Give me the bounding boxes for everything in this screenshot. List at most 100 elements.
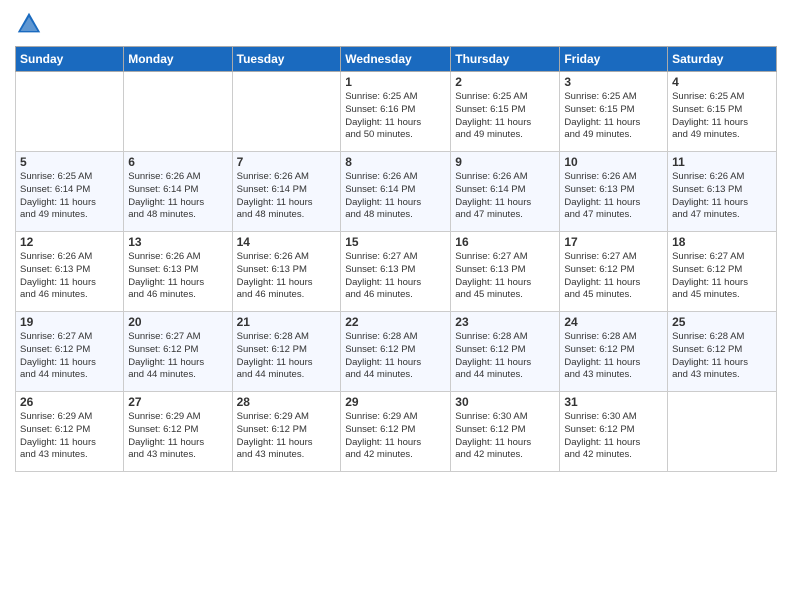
day-number: 28 [237,395,337,409]
day-number: 14 [237,235,337,249]
calendar-cell: 19 Sunrise: 6:27 AM Sunset: 6:12 PM Dayli… [16,312,124,392]
calendar-cell: 9 Sunrise: 6:26 AM Sunset: 6:14 PM Daylig… [451,152,560,232]
weekday-header-sunday: Sunday [16,47,124,72]
day-info: Sunrise: 6:29 AM Sunset: 6:12 PM Dayligh… [20,411,119,462]
day-number: 31 [564,395,663,409]
day-number: 4 [672,75,772,89]
day-info: Sunrise: 6:25 AM Sunset: 6:15 PM Dayligh… [564,91,663,142]
day-info: Sunrise: 6:27 AM Sunset: 6:12 PM Dayligh… [20,331,119,382]
page: SundayMondayTuesdayWednesdayThursdayFrid… [0,0,792,612]
day-info: Sunrise: 6:25 AM Sunset: 6:14 PM Dayligh… [20,171,119,222]
calendar-cell: 3 Sunrise: 6:25 AM Sunset: 6:15 PM Daylig… [560,72,668,152]
week-row-1: 1Sunrise: 6:25 AM Sunset: 6:16 PM Daylig… [16,72,777,152]
calendar-cell: 25 Sunrise: 6:28 AM Sunset: 6:12 PM Dayli… [668,312,777,392]
header [15,10,777,38]
calendar-cell: 4Sunrise: 6:25 AM Sunset: 6:15 PM Daylig… [668,72,777,152]
calendar-cell: 31 Sunrise: 6:30 AM Sunset: 6:12 PM Dayli… [560,392,668,472]
day-number: 9 [455,155,555,169]
calendar-cell: 27 Sunrise: 6:29 AM Sunset: 6:12 PM Dayli… [124,392,232,472]
day-info: Sunrise: 6:26 AM Sunset: 6:13 PM Dayligh… [128,251,227,302]
day-number: 24 [564,315,663,329]
weekday-header-monday: Monday [124,47,232,72]
day-info: Sunrise: 6:25 AM Sunset: 6:15 PM Dayligh… [455,91,555,142]
day-info: Sunrise: 6:27 AM Sunset: 6:13 PM Dayligh… [455,251,555,302]
weekday-header-wednesday: Wednesday [341,47,451,72]
calendar-cell: 10Sunrise: 6:26 AM Sunset: 6:13 PM Dayli… [560,152,668,232]
day-number: 29 [345,395,446,409]
day-number: 5 [20,155,119,169]
day-info: Sunrise: 6:29 AM Sunset: 6:12 PM Dayligh… [128,411,227,462]
day-number: 25 [672,315,772,329]
day-number: 3 [564,75,663,89]
weekday-header-saturday: Saturday [668,47,777,72]
day-number: 13 [128,235,227,249]
week-row-4: 19 Sunrise: 6:27 AM Sunset: 6:12 PM Dayli… [16,312,777,392]
day-info: Sunrise: 6:30 AM Sunset: 6:12 PM Dayligh… [564,411,663,462]
calendar-cell: 2Sunrise: 6:25 AM Sunset: 6:15 PM Daylig… [451,72,560,152]
day-number: 19 [20,315,119,329]
calendar-cell: 6Sunrise: 6:26 AM Sunset: 6:14 PM Daylig… [124,152,232,232]
day-info: Sunrise: 6:29 AM Sunset: 6:12 PM Dayligh… [345,411,446,462]
calendar-cell: 20Sunrise: 6:27 AM Sunset: 6:12 PM Dayli… [124,312,232,392]
calendar-cell: 16Sunrise: 6:27 AM Sunset: 6:13 PM Dayli… [451,232,560,312]
day-info: Sunrise: 6:26 AM Sunset: 6:13 PM Dayligh… [20,251,119,302]
day-number: 21 [237,315,337,329]
calendar-cell: 15Sunrise: 6:27 AM Sunset: 6:13 PM Dayli… [341,232,451,312]
calendar-cell: 12 Sunrise: 6:26 AM Sunset: 6:13 PM Dayli… [16,232,124,312]
day-number: 20 [128,315,227,329]
calendar-cell: 22 Sunrise: 6:28 AM Sunset: 6:12 PM Dayli… [341,312,451,392]
day-number: 8 [345,155,446,169]
calendar-cell [232,72,341,152]
logo-icon [15,10,43,38]
day-number: 7 [237,155,337,169]
calendar-cell: 30 Sunrise: 6:30 AM Sunset: 6:12 PM Dayli… [451,392,560,472]
calendar-cell: 21Sunrise: 6:28 AM Sunset: 6:12 PM Dayli… [232,312,341,392]
day-info: Sunrise: 6:26 AM Sunset: 6:14 PM Dayligh… [455,171,555,222]
day-info: Sunrise: 6:29 AM Sunset: 6:12 PM Dayligh… [237,411,337,462]
calendar-cell: 5 Sunrise: 6:25 AM Sunset: 6:14 PM Daylig… [16,152,124,232]
day-info: Sunrise: 6:28 AM Sunset: 6:12 PM Dayligh… [345,331,446,382]
day-number: 18 [672,235,772,249]
day-info: Sunrise: 6:26 AM Sunset: 6:13 PM Dayligh… [672,171,772,222]
calendar-cell: 28 Sunrise: 6:29 AM Sunset: 6:12 PM Dayli… [232,392,341,472]
day-info: Sunrise: 6:28 AM Sunset: 6:12 PM Dayligh… [564,331,663,382]
day-number: 26 [20,395,119,409]
calendar-cell: 14 Sunrise: 6:26 AM Sunset: 6:13 PM Dayli… [232,232,341,312]
weekday-header-friday: Friday [560,47,668,72]
weekday-header-tuesday: Tuesday [232,47,341,72]
calendar-cell: 8 Sunrise: 6:26 AM Sunset: 6:14 PM Daylig… [341,152,451,232]
week-row-2: 5 Sunrise: 6:25 AM Sunset: 6:14 PM Daylig… [16,152,777,232]
day-number: 11 [672,155,772,169]
day-number: 22 [345,315,446,329]
day-info: Sunrise: 6:27 AM Sunset: 6:13 PM Dayligh… [345,251,446,302]
weekday-header-row: SundayMondayTuesdayWednesdayThursdayFrid… [16,47,777,72]
day-number: 30 [455,395,555,409]
day-info: Sunrise: 6:25 AM Sunset: 6:16 PM Dayligh… [345,91,446,142]
calendar-cell: 13 Sunrise: 6:26 AM Sunset: 6:13 PM Dayli… [124,232,232,312]
day-number: 12 [20,235,119,249]
calendar-cell [124,72,232,152]
week-row-3: 12 Sunrise: 6:26 AM Sunset: 6:13 PM Dayli… [16,232,777,312]
logo [15,10,47,38]
day-info: Sunrise: 6:28 AM Sunset: 6:12 PM Dayligh… [672,331,772,382]
week-row-5: 26 Sunrise: 6:29 AM Sunset: 6:12 PM Dayli… [16,392,777,472]
day-info: Sunrise: 6:27 AM Sunset: 6:12 PM Dayligh… [672,251,772,302]
calendar-cell: 18 Sunrise: 6:27 AM Sunset: 6:12 PM Dayli… [668,232,777,312]
calendar-cell: 29 Sunrise: 6:29 AM Sunset: 6:12 PM Dayli… [341,392,451,472]
day-info: Sunrise: 6:28 AM Sunset: 6:12 PM Dayligh… [455,331,555,382]
day-number: 6 [128,155,227,169]
day-info: Sunrise: 6:26 AM Sunset: 6:14 PM Dayligh… [345,171,446,222]
day-number: 17 [564,235,663,249]
calendar-cell [16,72,124,152]
day-info: Sunrise: 6:26 AM Sunset: 6:14 PM Dayligh… [237,171,337,222]
calendar-cell: 7 Sunrise: 6:26 AM Sunset: 6:14 PM Daylig… [232,152,341,232]
calendar-cell: 24 Sunrise: 6:28 AM Sunset: 6:12 PM Dayli… [560,312,668,392]
calendar-cell: 1Sunrise: 6:25 AM Sunset: 6:16 PM Daylig… [341,72,451,152]
calendar-cell: 17Sunrise: 6:27 AM Sunset: 6:12 PM Dayli… [560,232,668,312]
day-info: Sunrise: 6:26 AM Sunset: 6:13 PM Dayligh… [237,251,337,302]
day-number: 23 [455,315,555,329]
calendar-cell [668,392,777,472]
calendar-cell: 26 Sunrise: 6:29 AM Sunset: 6:12 PM Dayli… [16,392,124,472]
day-number: 27 [128,395,227,409]
day-info: Sunrise: 6:30 AM Sunset: 6:12 PM Dayligh… [455,411,555,462]
